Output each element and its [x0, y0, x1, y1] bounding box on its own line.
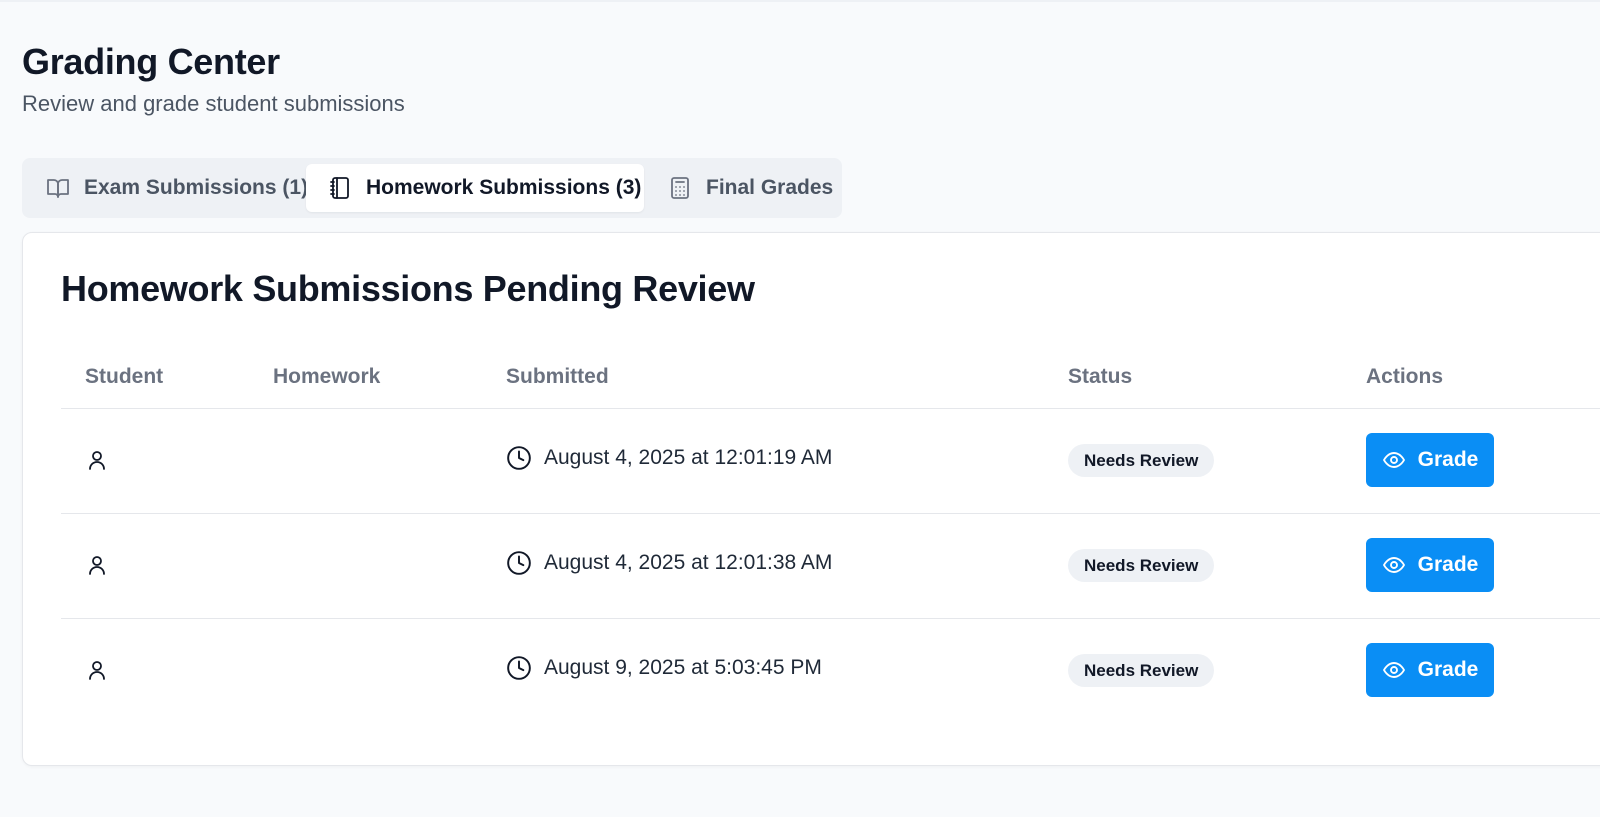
page-subtitle: Review and grade student submissions — [22, 91, 405, 116]
column-header-submitted[interactable]: Submitted — [506, 365, 609, 389]
clock-icon — [507, 551, 531, 575]
clock-icon — [507, 656, 531, 680]
grade-button[interactable]: Grade — [1366, 643, 1494, 697]
table-row: August 9, 2025 at 5:03:45 PM Needs Revie… — [61, 619, 1600, 723]
status-badge: Needs Review — [1068, 444, 1215, 477]
submitted-time-text: August 9, 2025 at 5:03:45 PM — [544, 656, 822, 679]
eye-icon — [1382, 662, 1405, 678]
user-icon — [89, 556, 105, 575]
submitted-time-text: August 4, 2025 at 12:01:19 AM — [544, 446, 833, 469]
column-header-student[interactable]: Student — [85, 365, 163, 389]
notebook-icon — [330, 177, 349, 199]
tab-final-grades[interactable]: Final Grades — [646, 164, 842, 212]
eye-icon — [1382, 452, 1405, 468]
table-row: August 4, 2025 at 12:01:38 AM Needs Revi… — [61, 514, 1600, 619]
tab-final-grades-label: Final Grades — [706, 176, 834, 199]
tab-exam-submissions-label: Exam Submissions (1) — [84, 176, 309, 199]
homework-submissions-card: Homework Submissions Pending Review Stud… — [22, 232, 1600, 766]
submitted-time: August 4, 2025 at 12:01:19 AM — [506, 445, 832, 471]
user-icon — [89, 661, 105, 680]
tab-homework-submissions-label: Homework Submissions (3) — [366, 176, 642, 199]
book-open-icon — [47, 179, 69, 198]
tab-exam-submissions[interactable]: Exam Submissions (1) — [24, 164, 309, 212]
card-title: Homework Submissions Pending Review — [61, 268, 755, 309]
grade-button[interactable]: Grade — [1366, 433, 1494, 487]
table-header: Student Homework Submitted Status Action… — [61, 353, 1600, 409]
column-header-status[interactable]: Status — [1068, 365, 1132, 389]
status-badge: Needs Review — [1068, 654, 1215, 687]
clock-icon — [507, 446, 531, 470]
submitted-time-text: August 4, 2025 at 12:01:38 AM — [544, 551, 833, 574]
submitted-time: August 4, 2025 at 12:01:38 AM — [506, 550, 832, 576]
column-header-actions: Actions — [1366, 365, 1444, 388]
eye-icon — [1382, 557, 1405, 573]
calculator-icon — [671, 177, 689, 199]
column-header-homework[interactable]: Homework — [273, 365, 380, 389]
tab-list: Exam Submissions (1) Homework Submission… — [22, 158, 842, 218]
grade-button-label: Grade — [1417, 448, 1479, 471]
grade-button-label: Grade — [1417, 553, 1479, 576]
grading-center-page: Grading Center Review and grade student … — [0, 0, 1600, 817]
submitted-time: August 9, 2025 at 5:03:45 PM — [506, 655, 822, 681]
status-badge: Needs Review — [1068, 549, 1215, 582]
grade-button[interactable]: Grade — [1366, 538, 1494, 592]
page-title: Grading Center — [22, 41, 280, 82]
grade-button-label: Grade — [1417, 658, 1479, 681]
user-icon — [89, 451, 105, 470]
table-row: August 4, 2025 at 12:01:19 AM Needs Revi… — [61, 409, 1600, 514]
tab-homework-submissions[interactable]: Homework Submissions (3) — [306, 164, 644, 212]
